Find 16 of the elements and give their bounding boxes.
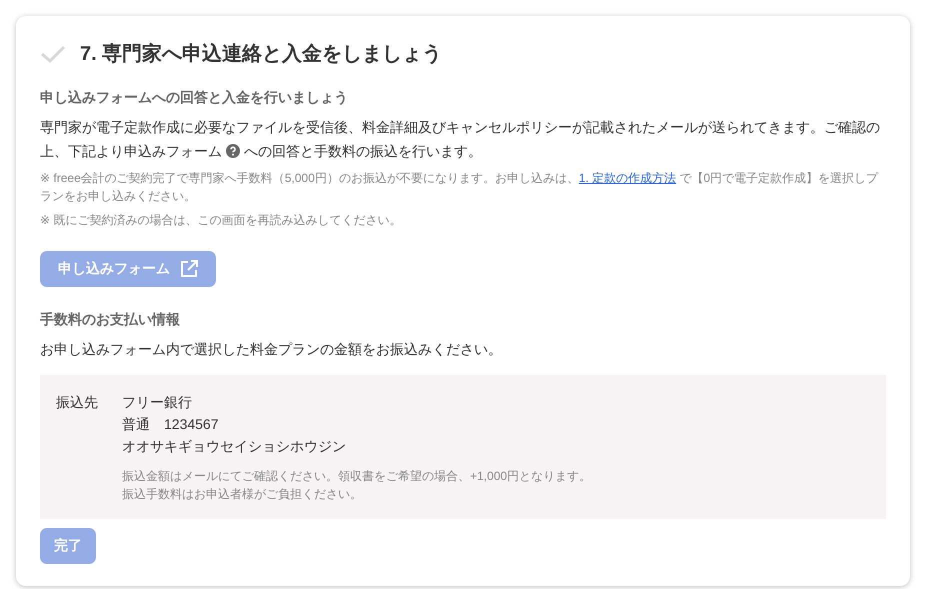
payment-description: お申し込みフォーム内で選択した料金プランの金額をお振込みください。 [40, 340, 503, 359]
transfer-note: 振込手数料はお申込者様がご負担ください。 [122, 486, 363, 503]
note-text: ※ 既にご契約済みの場合は、この画面を再読み込みしてください。 [40, 212, 402, 229]
step-title: 7. 専門家へ申込連絡と入金をしましょう [80, 42, 442, 67]
bank-detail: オオサキギョウセイショシホウジン [122, 437, 347, 456]
instruction-text: 専門家が電子定款作成に必要なファイルを受信後、料金詳細及びキャンセルポリシーが記載されたメールが送られてきます。ご確認の上、下記より申込みフォーム への回答と手数料の振込を行います。 [40, 118, 881, 161]
bank-detail: フリー銀行 [122, 393, 193, 412]
section-heading: 申し込みフォームへの回答と入金を行いましょう [40, 89, 349, 107]
bank-detail: 普通 1234567 [122, 415, 220, 434]
transfer-label: 振込先 [56, 393, 98, 412]
external-link-icon [180, 260, 198, 278]
note-text: ※ freee会計のご契約完了で専門家へ手数料（5,000円）のお振込が不要になります。お申し込みは、1. 定款の作成方法 で【0円で電子定款作成】を選択しプランをお申し込みください。 [40, 170, 880, 205]
help-icon[interactable] [226, 144, 240, 158]
transfer-note: 振込金額はメールにてご確認ください。領収書をご希望の場合、+1,000円となります。 [122, 468, 592, 485]
section-heading: 手数料のお支払い情報 [40, 311, 181, 329]
guide-link[interactable]: 1. 定款の作成方法 [578, 171, 676, 185]
